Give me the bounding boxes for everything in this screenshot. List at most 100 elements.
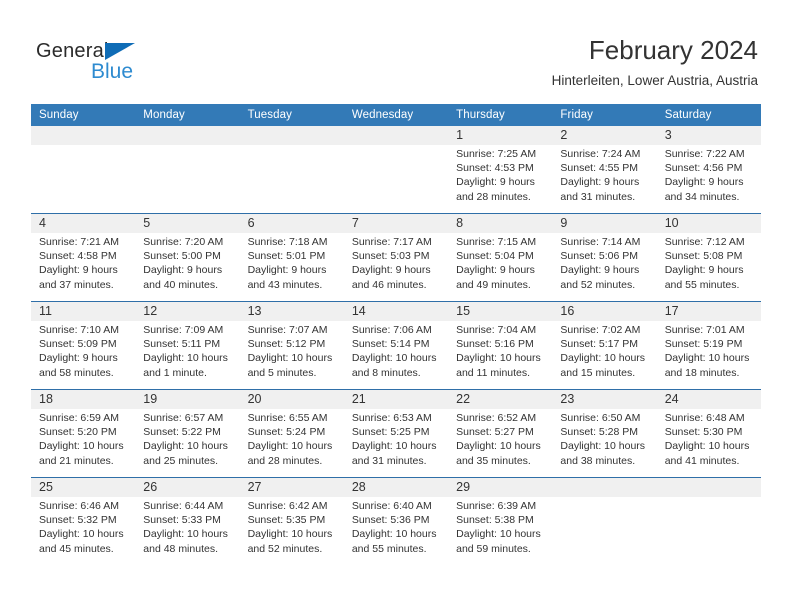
day-number[interactable]: 28 [343, 477, 449, 497]
day-number[interactable]: 17 [656, 301, 761, 321]
day-number[interactable]: 18 [31, 389, 136, 409]
day-number[interactable]: 19 [135, 389, 240, 409]
day-info-line: Daylight: 10 hours [456, 528, 541, 541]
day-cell[interactable]: Sunrise: 6:50 AM Sunset: 5:28 PM Daylight:… [552, 409, 657, 478]
day-info-line: Daylight: 10 hours [351, 528, 437, 541]
day-number[interactable]: 22 [448, 389, 553, 409]
day-cell[interactable]: Sunrise: 6:40 AM Sunset: 5:36 PM Daylight:… [343, 497, 449, 565]
day-cell[interactable]: Sunrise: 7:04 AM Sunset: 5:16 PM Daylight:… [448, 321, 553, 390]
day-info-line: and 31 minutes. [560, 190, 636, 203]
day-cell[interactable]: Sunrise: 6:42 AM Sunset: 5:35 PM Daylight:… [239, 497, 344, 565]
page-header: General Blue February 2024 Hinterleiten,… [0, 0, 792, 100]
week-daynumber-row: 18 19 20 21 22 23 24 [31, 389, 761, 409]
day-info-line: and 46 minutes. [351, 278, 427, 291]
day-cell[interactable]: Sunrise: 7:24 AM Sunset: 4:55 PM Daylight:… [552, 145, 657, 214]
day-info-line: and 5 minutes. [247, 366, 317, 379]
day-cell[interactable]: Sunrise: 7:07 AM Sunset: 5:12 PM Daylight:… [239, 321, 344, 390]
sunrise-sunset-calendar: Sunday Monday Tuesday Wednesday Thursday… [31, 104, 761, 565]
day-number[interactable]: 16 [552, 301, 657, 321]
day-cell[interactable]: Sunrise: 7:22 AM Sunset: 4:56 PM Daylight:… [656, 145, 761, 214]
day-number[interactable]: 21 [343, 389, 449, 409]
day-number[interactable]: 23 [552, 389, 657, 409]
day-cell[interactable]: Sunrise: 7:01 AM Sunset: 5:19 PM Daylight:… [656, 321, 761, 390]
day-cell[interactable]: Sunrise: 6:53 AM Sunset: 5:25 PM Daylight:… [343, 409, 449, 478]
day-info-line: and 28 minutes. [247, 454, 323, 467]
day-info-line: and 49 minutes. [456, 278, 531, 291]
day-cell-empty [656, 497, 761, 565]
day-number[interactable]: 15 [448, 301, 553, 321]
day-number[interactable]: 26 [135, 477, 240, 497]
day-info-line: Sunset: 4:53 PM [456, 162, 534, 175]
day-info-line: Daylight: 10 hours [247, 352, 333, 365]
day-number[interactable]: 9 [552, 213, 657, 233]
day-cell[interactable]: Sunrise: 6:48 AM Sunset: 5:30 PM Daylight:… [656, 409, 761, 478]
day-number[interactable]: 10 [656, 213, 761, 233]
day-cell[interactable]: Sunrise: 7:20 AM Sunset: 5:00 PM Daylight:… [135, 233, 240, 302]
day-number[interactable]: 14 [343, 301, 449, 321]
day-number-empty [343, 126, 449, 145]
day-cell[interactable]: Sunrise: 6:39 AM Sunset: 5:38 PM Daylight:… [448, 497, 553, 565]
day-info-line: Sunset: 5:11 PM [143, 338, 221, 351]
day-info-line: and 25 minutes. [143, 454, 218, 467]
day-cell[interactable]: Sunrise: 7:10 AM Sunset: 5:09 PM Daylight:… [31, 321, 136, 390]
day-cell[interactable]: Sunrise: 7:12 AM Sunset: 5:08 PM Daylight:… [656, 233, 761, 302]
weekday-header-monday: Monday [135, 104, 240, 126]
day-cell[interactable]: Sunrise: 7:06 AM Sunset: 5:14 PM Daylight:… [343, 321, 449, 390]
day-number[interactable]: 7 [343, 213, 449, 233]
day-number[interactable]: 25 [31, 477, 136, 497]
day-info-line: Sunrise: 6:50 AM [560, 412, 641, 424]
day-info-line: Sunrise: 6:53 AM [351, 412, 432, 424]
day-info-line: and 15 minutes. [560, 366, 636, 379]
day-cell[interactable]: Sunrise: 7:18 AM Sunset: 5:01 PM Daylight:… [239, 233, 344, 302]
day-number[interactable]: 1 [448, 126, 553, 145]
day-cell[interactable]: Sunrise: 6:46 AM Sunset: 5:32 PM Daylight:… [31, 497, 136, 565]
day-info-line: Daylight: 10 hours [247, 440, 333, 453]
day-info-line: Sunrise: 6:44 AM [143, 500, 224, 512]
page-subtitle: Hinterleiten, Lower Austria, Austria [551, 73, 758, 88]
day-info-line: Sunset: 5:20 PM [39, 426, 117, 439]
day-number[interactable]: 4 [31, 213, 136, 233]
day-info-line: Daylight: 9 hours [351, 264, 431, 277]
day-cell[interactable]: Sunrise: 7:15 AM Sunset: 5:04 PM Daylight:… [448, 233, 553, 302]
day-info-line: Sunset: 5:19 PM [664, 338, 743, 351]
day-cell[interactable]: Sunrise: 6:57 AM Sunset: 5:22 PM Daylight:… [135, 409, 240, 478]
day-info-line: Daylight: 10 hours [560, 440, 646, 453]
day-info-line: and 55 minutes. [664, 278, 740, 291]
day-number[interactable]: 11 [31, 301, 136, 321]
day-number[interactable]: 20 [239, 389, 344, 409]
day-number[interactable]: 5 [135, 213, 240, 233]
day-cell[interactable]: Sunrise: 7:02 AM Sunset: 5:17 PM Daylight:… [552, 321, 657, 390]
day-info-line: Sunrise: 7:22 AM [664, 148, 745, 160]
day-info-line: Daylight: 9 hours [664, 264, 744, 277]
day-number[interactable]: 2 [552, 126, 657, 145]
day-cell[interactable]: Sunrise: 7:14 AM Sunset: 5:06 PM Daylight:… [552, 233, 657, 302]
day-cell[interactable]: Sunrise: 7:17 AM Sunset: 5:03 PM Daylight:… [343, 233, 449, 302]
day-number[interactable]: 12 [135, 301, 240, 321]
day-cell[interactable]: Sunrise: 6:44 AM Sunset: 5:33 PM Daylight:… [135, 497, 240, 565]
weekday-header-thursday: Thursday [448, 104, 553, 126]
day-info-line: Sunrise: 6:46 AM [39, 500, 119, 512]
day-number[interactable]: 24 [656, 389, 761, 409]
day-cell[interactable]: Sunrise: 7:21 AM Sunset: 4:58 PM Daylight:… [31, 233, 136, 302]
day-cell[interactable]: Sunrise: 7:09 AM Sunset: 5:11 PM Daylight:… [135, 321, 240, 390]
day-info-line: Sunrise: 6:57 AM [143, 412, 224, 424]
day-info-line: Daylight: 9 hours [143, 264, 223, 277]
day-info-line: Sunrise: 6:39 AM [456, 500, 537, 512]
day-number[interactable]: 8 [448, 213, 553, 233]
day-cell[interactable]: Sunrise: 7:25 AM Sunset: 4:53 PM Daylight:… [448, 145, 553, 214]
week-detail-row: Sunrise: 6:59 AM Sunset: 5:20 PM Daylight:… [31, 409, 761, 478]
day-info-line: Daylight: 10 hours [456, 440, 541, 453]
day-info-line: and 48 minutes. [143, 542, 218, 555]
day-number[interactable]: 27 [239, 477, 344, 497]
day-cell[interactable]: Sunrise: 6:52 AM Sunset: 5:27 PM Daylight:… [448, 409, 553, 478]
day-number[interactable]: 13 [239, 301, 344, 321]
day-info-line: Sunset: 5:35 PM [247, 514, 326, 527]
day-number[interactable]: 29 [448, 477, 553, 497]
day-number[interactable]: 6 [239, 213, 344, 233]
week-detail-row: Sunrise: 7:10 AM Sunset: 5:09 PM Daylight:… [31, 321, 761, 390]
day-cell[interactable]: Sunrise: 6:55 AM Sunset: 5:24 PM Daylight:… [239, 409, 344, 478]
day-cell[interactable]: Sunrise: 6:59 AM Sunset: 5:20 PM Daylight:… [31, 409, 136, 478]
calendar-body: 1 2 3 Sunrise: 7:25 AM Sunset: 4:53 PM Daylig… [31, 126, 761, 565]
day-number[interactable]: 3 [656, 126, 761, 145]
day-info-line: Sunset: 5:28 PM [560, 426, 639, 439]
